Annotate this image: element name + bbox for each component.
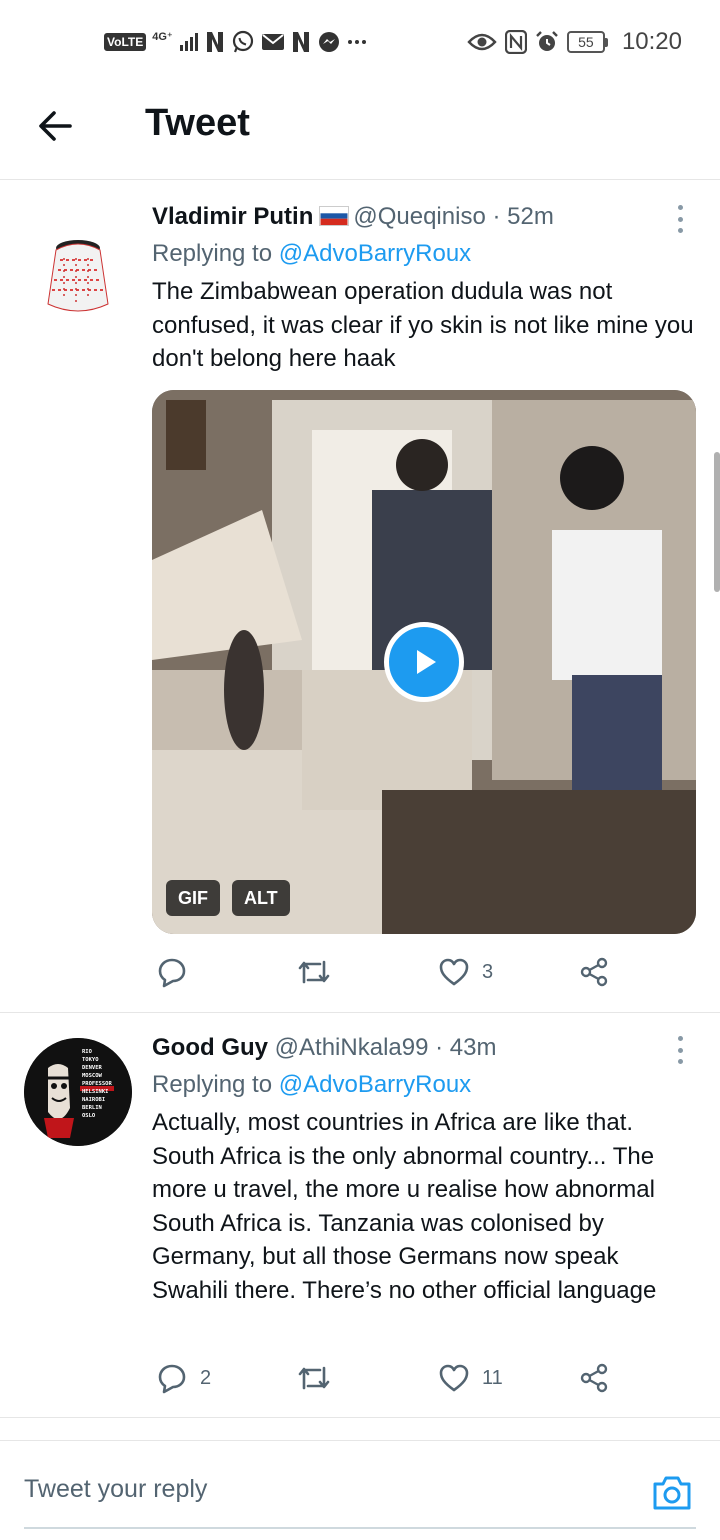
like-button[interactable]: 3 bbox=[438, 952, 493, 992]
eye-icon bbox=[467, 32, 497, 52]
input-underline bbox=[24, 1527, 696, 1529]
reply-icon bbox=[158, 958, 186, 988]
status-left-icons: VoLTE 4G⁺ bbox=[104, 28, 367, 56]
replying-to: Replying to @AdvoBarryRoux bbox=[152, 1069, 696, 1101]
alt-badge[interactable]: ALT bbox=[232, 880, 290, 916]
tweet-meta: Vladimir Putin @Queqiniso · 52m bbox=[152, 201, 696, 233]
replying-to-label: Replying to bbox=[152, 1071, 273, 1098]
avatar[interactable]: RIO TOKYO DENVER MOSCOW PROFESSOR HELSIN… bbox=[24, 1038, 132, 1146]
avatar[interactable] bbox=[24, 208, 132, 316]
play-button[interactable] bbox=[384, 622, 464, 702]
battery-icon: 55 bbox=[566, 31, 608, 53]
clock: 10:20 bbox=[621, 28, 682, 55]
author-handle[interactable]: @Queqiniso bbox=[353, 203, 485, 230]
tweet-body: Good Guy @AthiNkala99 · 43m Replying to … bbox=[152, 1032, 696, 1307]
nfc-icon bbox=[504, 30, 527, 54]
author-handle[interactable]: @AthiNkala99 bbox=[275, 1034, 429, 1061]
retweet-icon bbox=[298, 960, 330, 984]
netflix-icon bbox=[291, 31, 311, 53]
scrollbar[interactable] bbox=[714, 452, 720, 592]
back-button[interactable] bbox=[34, 104, 78, 148]
gif-media[interactable]: GIF ALT bbox=[152, 390, 696, 934]
retweet-button[interactable] bbox=[296, 1358, 332, 1398]
reply-composer: Tweet your reply bbox=[0, 1440, 720, 1540]
play-icon bbox=[417, 650, 436, 674]
arrow-left-icon bbox=[39, 111, 72, 141]
tweet-body: Vladimir Putin @Queqiniso · 52m Replying … bbox=[152, 201, 696, 376]
heart-icon bbox=[439, 958, 469, 986]
gmail-icon bbox=[261, 32, 285, 52]
battery-level: 55 bbox=[566, 31, 605, 53]
reply-button[interactable]: 2 bbox=[156, 1358, 211, 1398]
tweet-text: The Zimbabwean operation dudula was not … bbox=[152, 278, 694, 372]
replying-to: Replying to @AdvoBarryRoux bbox=[152, 238, 696, 270]
reply-input[interactable]: Tweet your reply bbox=[24, 1475, 207, 1504]
tweet-actions: 3 bbox=[152, 952, 696, 992]
share-icon bbox=[580, 957, 608, 987]
like-count: 11 bbox=[482, 1366, 503, 1389]
network-type: 4G⁺ bbox=[152, 30, 173, 43]
status-right-icons: 55 10:20 bbox=[467, 26, 682, 58]
share-button[interactable] bbox=[578, 1358, 610, 1398]
tweet-time[interactable]: 52m bbox=[507, 203, 554, 230]
signal-icon bbox=[179, 32, 199, 52]
whatsapp-icon bbox=[231, 30, 255, 54]
camera-icon bbox=[653, 1476, 691, 1510]
reply-icon bbox=[158, 1364, 186, 1394]
like-count: 3 bbox=[482, 960, 494, 983]
tweet-actions: 2 11 bbox=[152, 1358, 696, 1398]
avatar-city-list: RIO TOKYO DENVER MOSCOW PROFESSOR HELSIN… bbox=[82, 1049, 112, 1119]
reply-mention-link[interactable]: @AdvoBarryRoux bbox=[279, 1071, 471, 1098]
heart-icon bbox=[439, 1364, 469, 1392]
reply-mention-link[interactable]: @AdvoBarryRoux bbox=[279, 240, 471, 267]
tweet-text: Actually, most countries in Africa are l… bbox=[152, 1109, 657, 1304]
separator-dot: · bbox=[435, 1034, 444, 1061]
netflix-icon bbox=[205, 31, 225, 53]
status-bar: VoLTE 4G⁺ 55 10:20 bbox=[0, 0, 720, 84]
author-name[interactable]: Good Guy bbox=[152, 1034, 268, 1061]
top-app-bar: Tweet bbox=[0, 84, 720, 180]
reply-count: 2 bbox=[200, 1366, 212, 1389]
tweet-2[interactable]: RIO TOKYO DENVER MOSCOW PROFESSOR HELSIN… bbox=[0, 1014, 720, 1418]
retweet-icon bbox=[298, 1366, 330, 1390]
russia-flag-icon bbox=[319, 206, 350, 226]
tweet-meta: Good Guy @AthiNkala99 · 43m bbox=[152, 1032, 696, 1064]
alarm-icon bbox=[535, 30, 559, 54]
volte-badge: VoLTE bbox=[104, 33, 147, 51]
more-dots-icon bbox=[347, 38, 367, 46]
gif-badge: GIF bbox=[166, 880, 220, 916]
share-button[interactable] bbox=[578, 952, 610, 992]
reply-button[interactable] bbox=[156, 952, 188, 992]
like-button[interactable]: 11 bbox=[438, 1358, 503, 1398]
retweet-button[interactable] bbox=[296, 952, 332, 992]
tweet-time[interactable]: 43m bbox=[450, 1034, 497, 1061]
messenger-icon bbox=[317, 30, 341, 54]
share-icon bbox=[580, 1363, 608, 1393]
separator-dot: · bbox=[492, 203, 501, 230]
replying-to-label: Replying to bbox=[152, 240, 273, 267]
camera-button[interactable] bbox=[650, 1471, 694, 1515]
tweet-1[interactable]: Vladimir Putin @Queqiniso · 52m Replying … bbox=[0, 181, 720, 1013]
page-title: Tweet bbox=[145, 102, 250, 144]
author-name[interactable]: Vladimir Putin bbox=[152, 203, 313, 230]
